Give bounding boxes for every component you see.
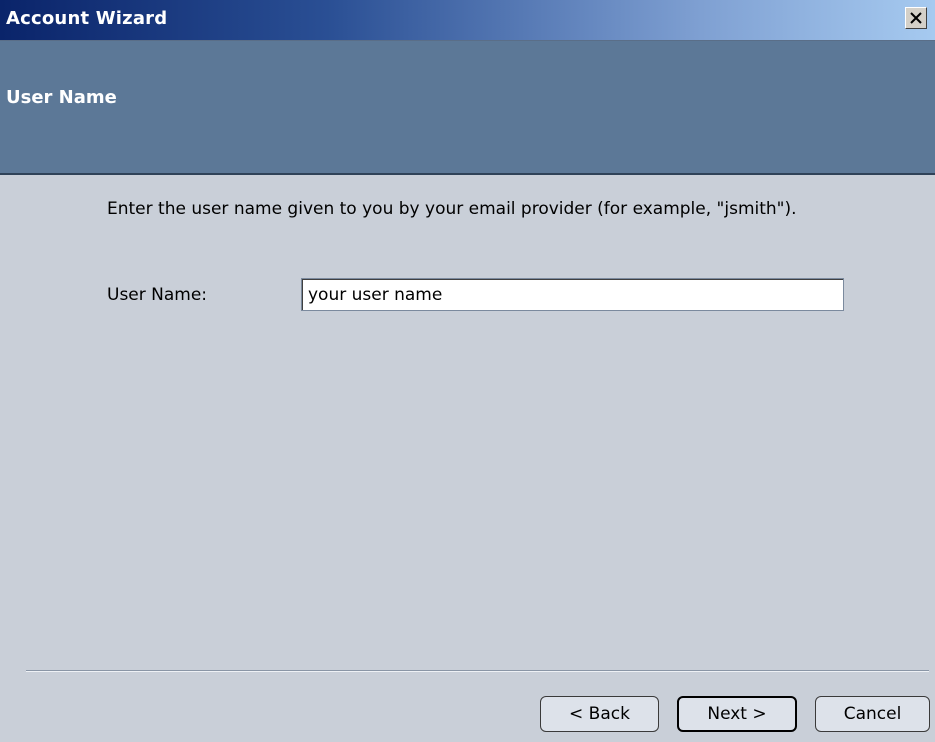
username-label: User Name: (107, 285, 208, 305)
account-wizard-window: Account Wizard User Name Enter the user … (0, 0, 935, 742)
wizard-content: Enter the user name given to you by your… (0, 175, 935, 742)
window-title: Account Wizard (6, 8, 168, 29)
back-button[interactable]: < Back (540, 696, 659, 732)
next-button[interactable]: Next > (677, 696, 797, 732)
titlebar: Account Wizard (0, 0, 935, 41)
instruction-text: Enter the user name given to you by your… (107, 199, 797, 219)
close-button[interactable] (905, 7, 927, 29)
wizard-header: User Name (0, 41, 935, 175)
close-icon (910, 12, 922, 24)
button-separator (26, 670, 929, 672)
username-input[interactable] (301, 278, 844, 311)
cancel-button[interactable]: Cancel (815, 696, 930, 732)
page-title: User Name (6, 87, 117, 108)
